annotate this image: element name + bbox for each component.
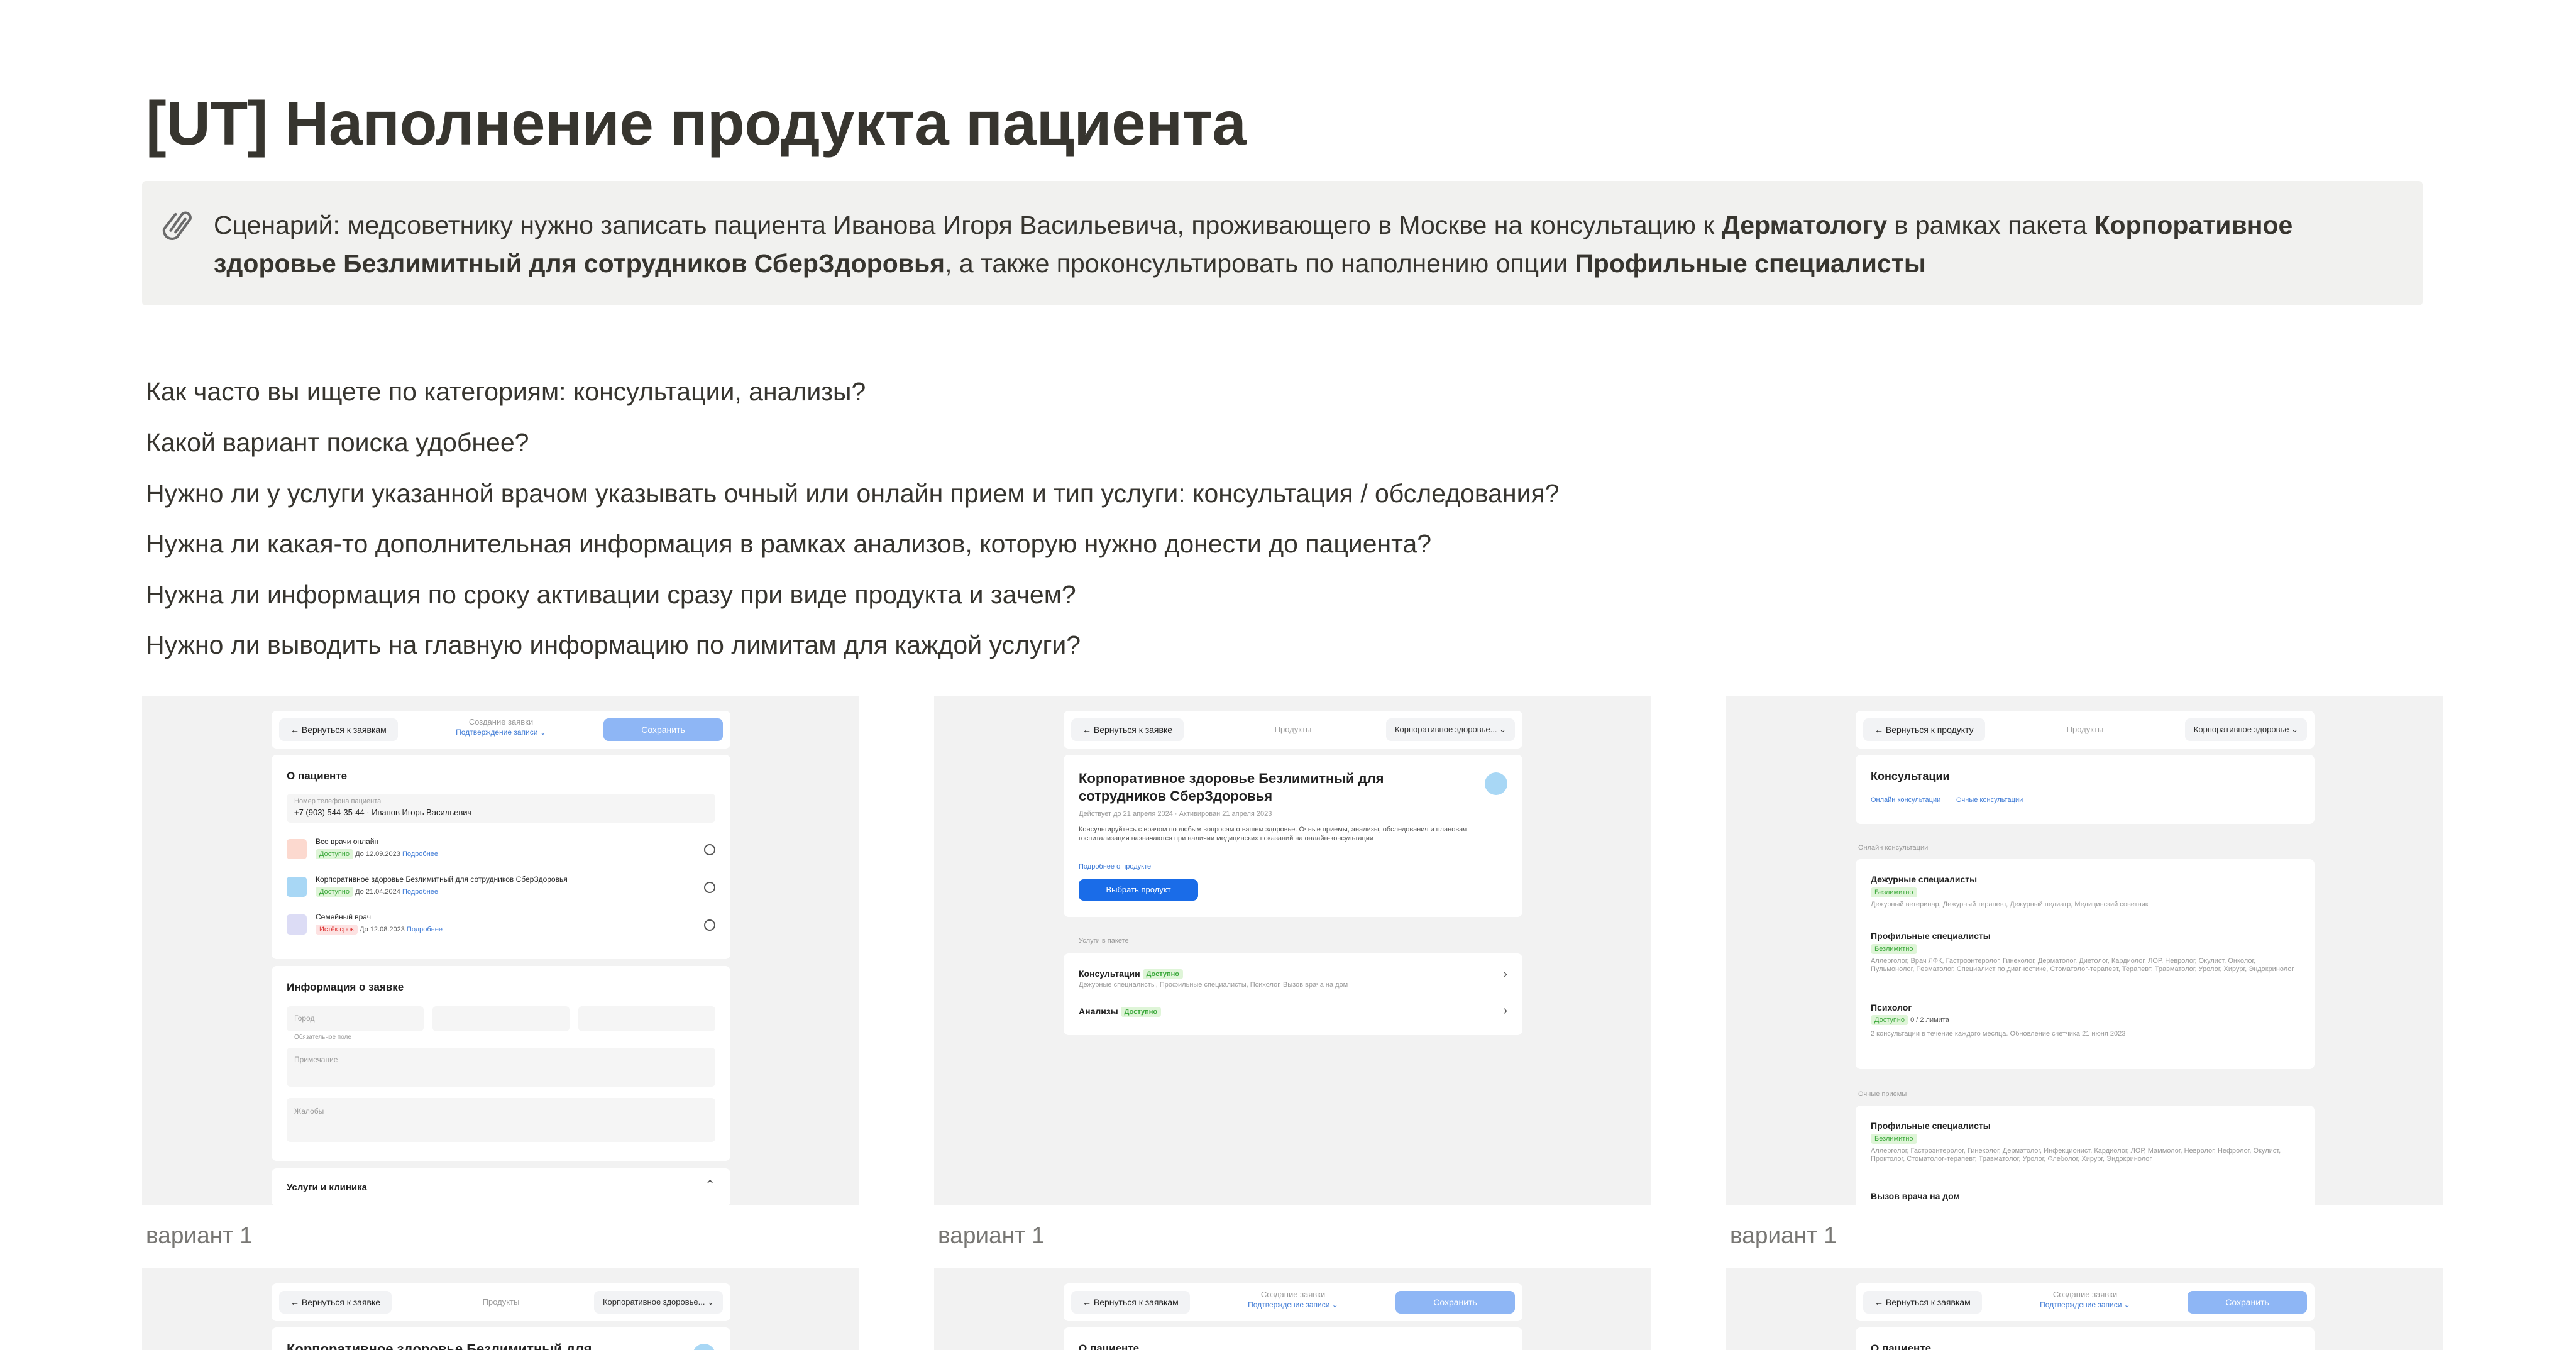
section-title: О пациенте [287, 770, 348, 782]
back-button[interactable]: ← Вернуться к заявкам [279, 718, 398, 741]
patient-card: О пациенте [1856, 1327, 2315, 1350]
save-button[interactable]: Сохранить [1395, 1291, 1515, 1314]
chevron-up-icon: ⌃ [705, 1178, 715, 1192]
product-logo [287, 914, 307, 935]
question-text: Как часто вы ищете по категориям: консул… [146, 377, 866, 406]
question-text: Нужно ли у услуги указанной врачом указы… [146, 479, 1560, 508]
choose-product-button[interactable]: Выбрать продукт [1079, 879, 1198, 901]
top-bar: ← Вернуться к продукту Продукты Корпорат… [1856, 711, 2315, 749]
chevron-right-icon: › [1503, 967, 1507, 981]
product-dropdown[interactable]: Корпоративное здоровье ⌄ [2184, 718, 2307, 741]
request-info-card: Информация о заявке Город Обязательное п… [272, 966, 730, 1161]
patient-card: О пациенте [1064, 1327, 1522, 1350]
step-indicator[interactable]: Создание заявки Подтверждение записи ⌄ [1233, 1290, 1353, 1310]
product-radio[interactable] [704, 919, 715, 931]
screenshot-request-form-3[interactable]: ← Вернуться к заявкам Создание заявки Под… [1726, 1268, 2443, 1350]
product-logo [693, 1344, 715, 1350]
input-field[interactable] [578, 1006, 715, 1031]
screenshot-product-card-2[interactable]: ← Вернуться к заявке Продукты Корпоратив… [142, 1268, 859, 1350]
paperclip-icon [162, 211, 192, 240]
screenshot-request-form[interactable]: ← Вернуться к заявкам Создание заявки Под… [142, 696, 859, 1205]
service-row[interactable]: Анализы Доступно › [1064, 999, 1522, 1034]
product-card: Корпоративное здоровье Безлимитный для [272, 1327, 730, 1350]
patient-card: О пациенте Номер телефона пациента +7 (9… [272, 755, 730, 959]
service-row[interactable]: Консультации Доступно Дежурные специалис… [1064, 953, 1522, 997]
section-title: Информация о заявке [287, 981, 404, 993]
consultations-card: Консультации Онлайн консультации Очные к… [1856, 755, 2315, 824]
back-button[interactable]: ← Вернуться к заявке [1071, 718, 1184, 741]
tab-online[interactable]: Онлайн консультации [1871, 796, 1940, 804]
services-list: Консультации Доступно Дежурные специалис… [1064, 953, 1522, 1035]
caption: вариант 1 [938, 1222, 1045, 1248]
back-button[interactable]: ← Вернуться к заявке [279, 1291, 392, 1314]
tab-offline[interactable]: Очные консультации [1956, 796, 2023, 804]
question-text: Какой вариант поиска удобнее? [146, 428, 529, 457]
input-field[interactable] [432, 1006, 570, 1031]
screenshot-consultations[interactable]: ← Вернуться к продукту Продукты Корпорат… [1726, 696, 2443, 1205]
top-bar: ← Вернуться к заявкам Создание заявки Под… [272, 711, 730, 749]
top-bar: ← Вернуться к заявке Продукты Корпоратив… [1064, 711, 1522, 749]
product-logo [1485, 772, 1507, 795]
city-field[interactable]: Город [287, 1006, 424, 1031]
product-logo [287, 839, 307, 859]
top-bar: ← Вернуться к заявке Продукты Корпоратив… [272, 1283, 730, 1321]
callout-text: Сценарий: медсоветнику нужно записать па… [214, 211, 2293, 278]
back-button[interactable]: ← Вернуться к заявкам [1071, 1291, 1190, 1314]
phone-field[interactable]: Номер телефона пациента +7 (903) 544-35-… [287, 794, 715, 823]
product-radio[interactable] [704, 882, 715, 893]
scenario-callout: Сценарий: медсоветнику нужно записать па… [142, 181, 2423, 305]
product-dropdown[interactable]: Корпоративное здоровье... ⌄ [1385, 718, 1515, 741]
more-link[interactable]: Подробнее о продукте [1079, 863, 1151, 870]
caption: вариант 1 [146, 1222, 253, 1248]
save-button[interactable]: Сохранить [2188, 1291, 2307, 1314]
back-button[interactable]: ← Вернуться к заявкам [1863, 1291, 1982, 1314]
question-text: Нужна ли какая-то дополнительная информа… [146, 529, 1432, 558]
step-indicator[interactable]: Создание заявки Подтверждение записи ⌄ [441, 717, 561, 737]
question-text: Нужна ли информация по сроку активации с… [146, 580, 1076, 609]
step-indicator[interactable]: Создание заявки Подтверждение записи ⌄ [2025, 1290, 2145, 1310]
product-logo [287, 877, 307, 897]
caption: вариант 1 [1730, 1222, 1837, 1248]
save-button[interactable]: Сохранить [603, 718, 723, 741]
screenshot-request-form-2[interactable]: ← Вернуться к заявкам Создание заявки Под… [934, 1268, 1651, 1350]
screenshot-product-card[interactable]: ← Вернуться к заявке Продукты Корпоратив… [934, 696, 1651, 1205]
product-card: Корпоративное здоровье Безлимитный для с… [1064, 755, 1522, 917]
page-title: [UT] Наполнение продукта пациента [146, 89, 1247, 158]
product-dropdown[interactable]: Корпоративное здоровье... ⌄ [593, 1291, 723, 1314]
note-field[interactable]: Примечание [287, 1048, 715, 1087]
product-radio[interactable] [704, 844, 715, 855]
question-text: Нужно ли выводить на главную информацию … [146, 630, 1081, 659]
top-bar: ← Вернуться к заявкам Создание заявки Под… [1064, 1283, 1522, 1321]
offline-list: Профильные специалисты Безлимитно Аллерг… [1856, 1106, 2315, 1205]
services-card[interactable]: Услуги и клиника ⌃ [272, 1168, 730, 1205]
complaints-field[interactable]: Жалобы [287, 1098, 715, 1142]
top-bar: ← Вернуться к заявкам Создание заявки Под… [1856, 1283, 2315, 1321]
chevron-right-icon: › [1503, 1004, 1507, 1018]
back-button[interactable]: ← Вернуться к продукту [1863, 718, 1985, 741]
online-list: Дежурные специалисты Безлимитно Дежурный… [1856, 859, 2315, 1069]
